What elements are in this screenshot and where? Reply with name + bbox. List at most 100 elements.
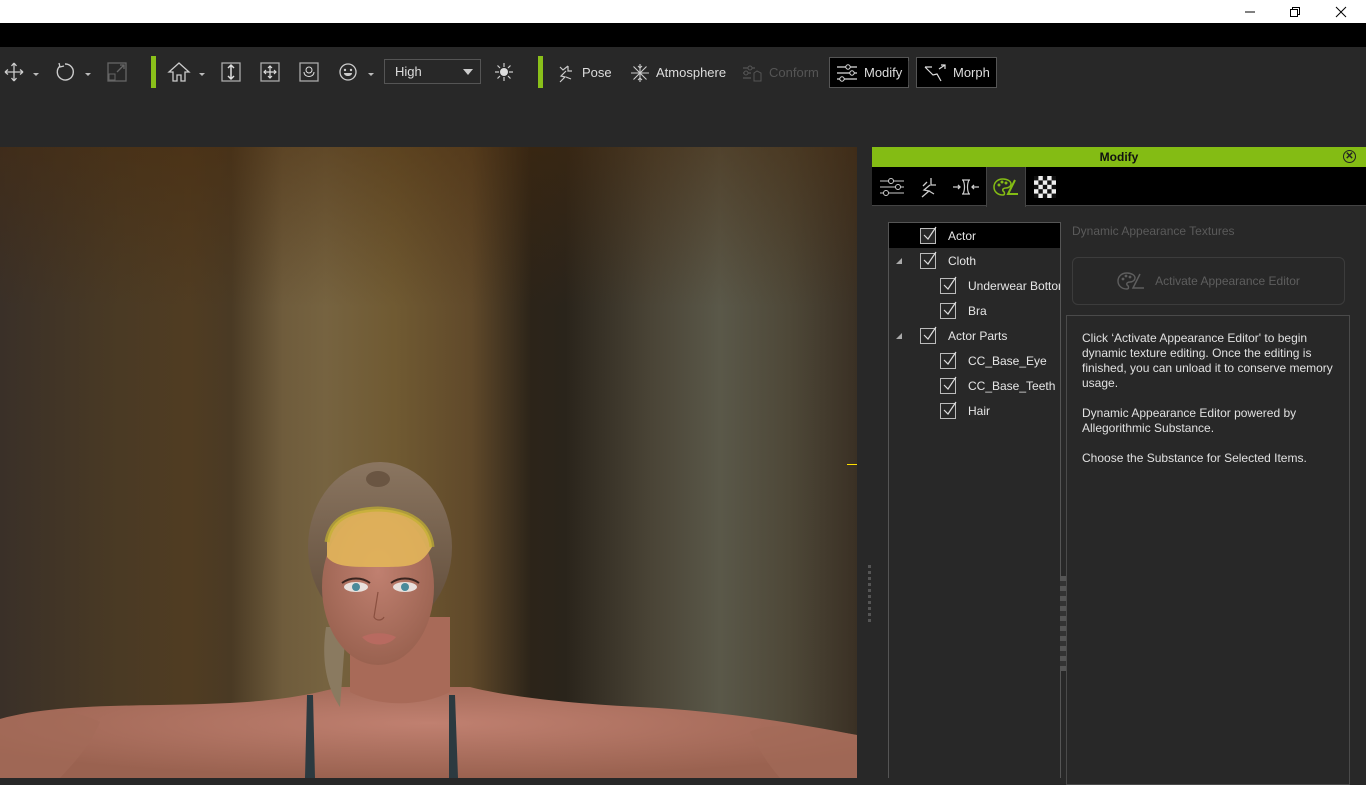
face-icon [339, 63, 357, 81]
checkmark-icon [943, 401, 957, 415]
close-circle-icon: ✕ [1345, 151, 1354, 162]
tree-item-cloth[interactable]: Cloth [889, 248, 1060, 273]
face-cam-button[interactable] [335, 58, 361, 86]
checkbox[interactable] [940, 351, 957, 369]
pan-icon [260, 62, 280, 82]
move-dropdown-arrow[interactable] [33, 73, 39, 76]
tree-item-hair[interactable]: Hair [889, 398, 1060, 423]
checkmark-icon [943, 301, 957, 315]
orbit-camera-button[interactable] [296, 58, 322, 86]
tree-item-label: CC_Base_Teeth [968, 378, 1056, 393]
toolbar-separator [151, 56, 156, 88]
checkmark-icon [923, 251, 937, 265]
scale-icon [107, 62, 127, 82]
panel-header: Modify ✕ [872, 147, 1366, 167]
move-tool-button[interactable] [1, 58, 27, 86]
palette-icon [993, 178, 1018, 196]
conform-icon [743, 65, 762, 81]
checkmark-icon [943, 376, 957, 390]
face-dropdown-arrow[interactable] [368, 73, 374, 76]
toolbar-divider [908, 61, 909, 85]
tab-motion[interactable] [911, 167, 947, 206]
vertical-fit-icon [221, 62, 241, 82]
tab-fit[interactable] [948, 167, 984, 206]
rotate-tool-button[interactable] [52, 58, 78, 86]
tree-item-label: Underwear Bottom [968, 278, 1060, 293]
expand-triangle-icon[interactable] [896, 332, 902, 339]
minimize-button[interactable] [1227, 0, 1273, 23]
rotate-dropdown-arrow[interactable] [85, 73, 91, 76]
window-titlebar [0, 0, 1366, 23]
tree-item-cc-base-teeth[interactable]: CC_Base_Teeth [889, 373, 1060, 398]
palette-icon [1117, 272, 1145, 290]
activate-appearance-editor-button[interactable]: Activate Appearance Editor [1072, 257, 1345, 305]
checkbox[interactable] [940, 376, 957, 394]
checkbox[interactable] [920, 226, 937, 244]
minimize-icon [1245, 11, 1255, 12]
tree-item-actor[interactable]: Actor [889, 223, 1060, 248]
home-dropdown-arrow[interactable] [199, 73, 205, 76]
section-title: Dynamic Appearance Textures [1072, 224, 1235, 238]
info-text: Dynamic Appearance Editor powered by All… [1082, 406, 1297, 435]
chevron-down-icon [463, 69, 473, 75]
panel-splitter-handle[interactable] [1060, 576, 1066, 671]
restore-icon [1290, 6, 1300, 17]
atmosphere-label: Atmosphere [656, 65, 727, 80]
move-icon [4, 62, 24, 82]
render-quality-select[interactable]: High [384, 59, 481, 84]
checkmark-icon [943, 276, 957, 290]
morph-label: Morph [953, 65, 990, 80]
sliders-icon [837, 63, 857, 82]
modify-panel: Modify ✕ Actor Cloth Underwear Bottom Br… [872, 147, 1366, 785]
activate-appearance-editor-label: Activate Appearance Editor [1155, 274, 1300, 288]
tree-item-label: Actor Parts [948, 328, 1008, 343]
panel-close-button[interactable]: ✕ [1343, 150, 1356, 163]
atmosphere-button[interactable]: Atmosphere [624, 57, 732, 88]
gizmo-marker [847, 464, 857, 465]
light-icon [495, 63, 513, 81]
tab-appearance[interactable] [986, 167, 1026, 207]
conform-button[interactable]: Conform [735, 57, 825, 88]
checkbox[interactable] [940, 276, 957, 294]
restore-button[interactable] [1272, 0, 1318, 23]
tree-item-actor-parts[interactable]: Actor Parts [889, 323, 1060, 348]
morph-button[interactable]: Morph [916, 57, 997, 88]
tab-attributes[interactable] [874, 167, 910, 206]
checkbox[interactable] [940, 401, 957, 419]
sliders-icon [880, 177, 904, 196]
checkbox[interactable] [940, 301, 957, 319]
tree-item-cc-base-eye[interactable]: CC_Base_Eye [889, 348, 1060, 373]
tree-item-label: Actor [948, 228, 977, 243]
tab-texture[interactable] [1027, 167, 1063, 206]
info-text: Choose the Substance for Selected Items. [1082, 451, 1307, 465]
scale-tool-button[interactable] [104, 58, 130, 86]
fit-vertical-button[interactable] [218, 58, 244, 86]
tree-item-label: Bra [968, 303, 987, 318]
pose-button[interactable]: Pose [550, 57, 618, 88]
info-box: Click ‘Activate Appearance Editor' to be… [1066, 315, 1350, 785]
tree-item-label: CC_Base_Eye [968, 353, 1047, 368]
lighting-button[interactable] [491, 58, 517, 86]
home-icon [167, 62, 191, 82]
checkbox[interactable] [920, 326, 937, 344]
render-quality-value: High [395, 64, 422, 79]
close-window-button[interactable] [1318, 0, 1364, 23]
info-text: Click ‘Activate Appearance Editor' to be… [1082, 331, 1333, 390]
tree-item-label: Cloth [948, 253, 977, 268]
object-tree: Actor Cloth Underwear Bottom Bra Actor P… [888, 222, 1061, 778]
pose-icon [559, 65, 572, 82]
fit-icon [953, 178, 979, 195]
checkbox[interactable] [920, 251, 937, 269]
pose-label: Pose [582, 65, 612, 80]
tree-item-underwear-bottom[interactable]: Underwear Bottom [889, 273, 1060, 298]
conform-label: Conform [769, 65, 819, 80]
orbit-icon [299, 62, 319, 82]
home-camera-button[interactable] [166, 58, 192, 86]
modify-button[interactable]: Modify [829, 57, 910, 88]
3d-viewport[interactable] [0, 147, 857, 778]
tree-item-bra[interactable]: Bra [889, 298, 1060, 323]
expand-triangle-icon[interactable] [896, 257, 902, 264]
pan-camera-button[interactable] [257, 58, 283, 86]
viewport-splitter-handle[interactable] [868, 565, 871, 623]
menu-bar [0, 23, 1366, 47]
